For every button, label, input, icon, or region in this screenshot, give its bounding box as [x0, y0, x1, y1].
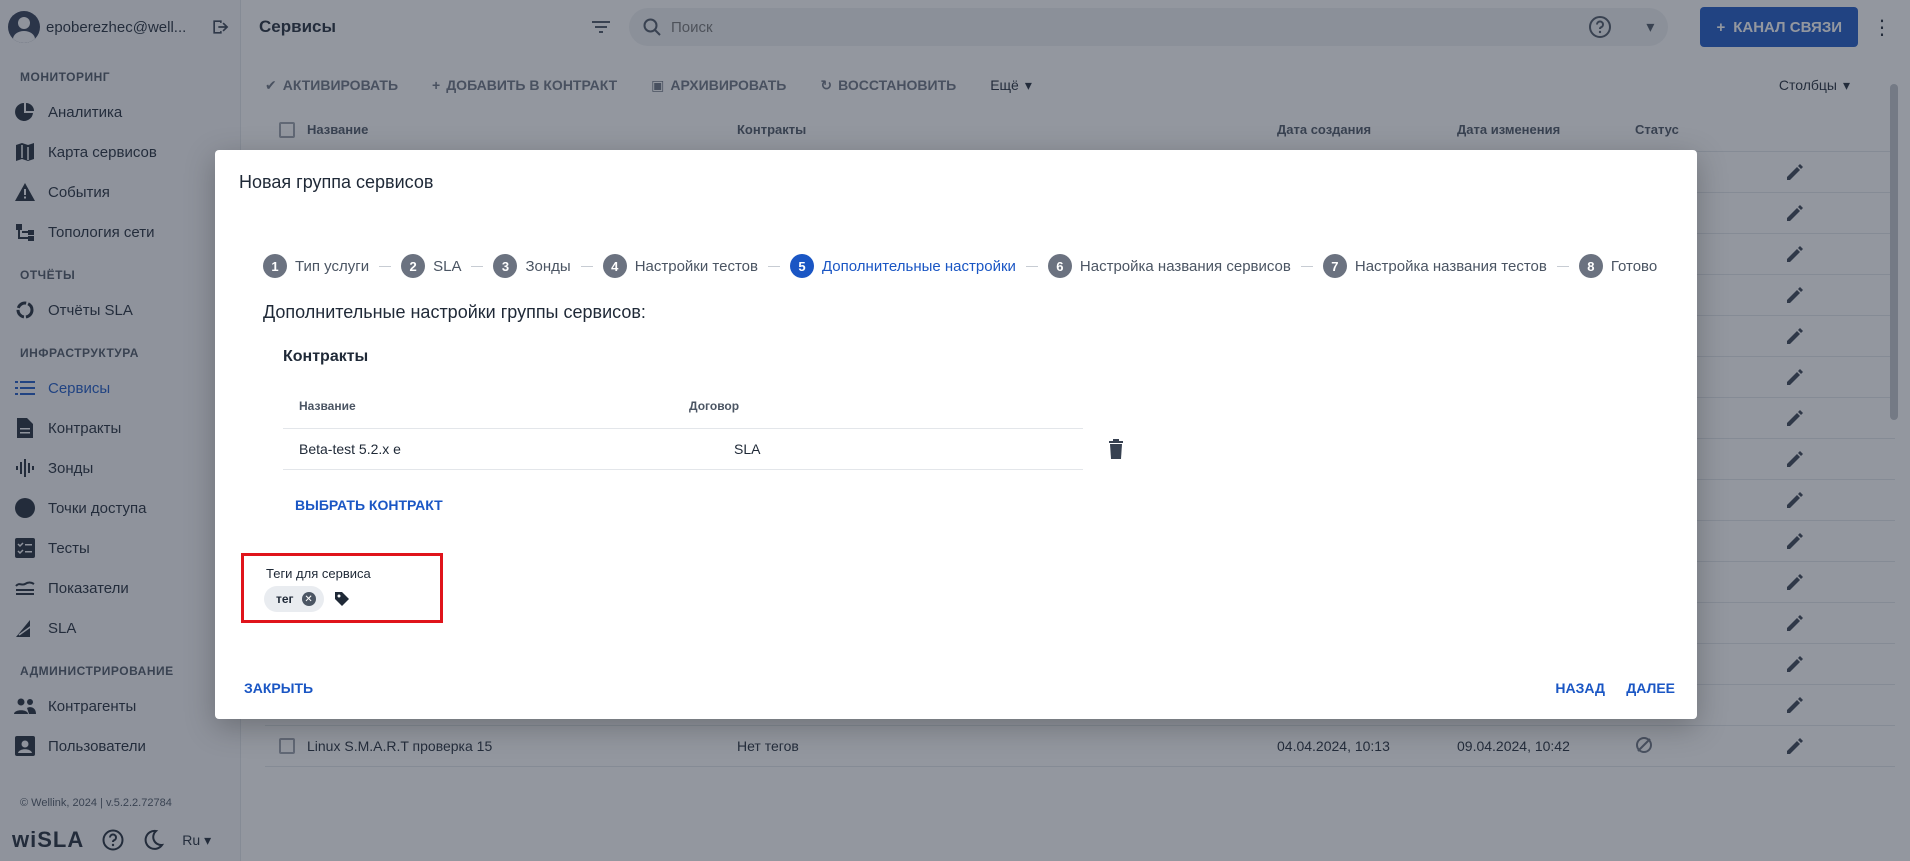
contract-name: Beta-test 5.2.x e	[299, 441, 401, 457]
close-button[interactable]: Закрыть	[244, 680, 313, 696]
step-number: 3	[493, 254, 518, 278]
step-label: Настройка названия сервисов	[1079, 257, 1291, 275]
contract-row: Beta-test 5.2.x e SLA	[283, 429, 1083, 470]
tags-field[interactable]: Теги для сервиса тег ✕	[241, 553, 443, 623]
step-number: 1	[263, 254, 287, 278]
contract-header-name: Название	[299, 398, 356, 413]
tag-chip-label: тег	[276, 592, 294, 606]
step-3[interactable]: 3 Зонды	[493, 254, 571, 278]
tag-chip[interactable]: тег ✕	[264, 586, 324, 612]
step-label: SLA	[433, 257, 462, 275]
tags-input[interactable]: тег ✕	[264, 586, 350, 612]
contract-agreement: SLA	[734, 441, 761, 457]
dialog-title: Новая группа сервисов	[239, 172, 434, 192]
step-number: 8	[1578, 254, 1603, 278]
step-label: Дополнительные настройки	[821, 257, 1016, 275]
step-7[interactable]: 7 Настройка названия тестов	[1322, 254, 1547, 278]
step-label: Готово	[1610, 257, 1658, 275]
step-5[interactable]: 5 Дополнительные настройки	[789, 254, 1016, 278]
close-icon[interactable]: ✕	[301, 592, 316, 606]
step-label: Настройка названия тестов	[1354, 257, 1547, 275]
step-number: 6	[1047, 254, 1072, 278]
section-title: Дополнительные настройки группы сервисов…	[263, 302, 646, 322]
step-separator	[580, 265, 593, 267]
step-4[interactable]: 4 Настройки тестов	[602, 254, 758, 278]
step-separator	[767, 265, 780, 267]
tag-icon[interactable]	[334, 591, 350, 607]
contracts-table-header: Название Договор	[283, 383, 1083, 429]
step-1[interactable]: 1 Тип услуги	[263, 254, 369, 278]
step-separator	[1300, 265, 1313, 267]
step-number: 4	[602, 254, 627, 278]
contracts-table: Название Договор Beta-test 5.2.x e SLA	[283, 383, 1083, 470]
step-8[interactable]: 8 Готово	[1578, 254, 1658, 278]
stepper: 1 Тип услуги 2 SLA 3 Зонды 4 Настройки тестов 5 Д…	[263, 252, 1657, 280]
back-button[interactable]: Назад	[1555, 680, 1605, 696]
step-number: 5	[789, 254, 814, 278]
step-label: Зонды	[525, 257, 571, 275]
step-6[interactable]: 6 Настройка названия сервисов	[1047, 254, 1291, 278]
contract-header-agreement: Договор	[689, 398, 740, 413]
step-separator	[471, 265, 484, 267]
step-label: Тип услуги	[295, 257, 370, 275]
step-number: 2	[401, 254, 426, 278]
step-label: Настройки тестов	[634, 257, 758, 275]
choose-contract-link[interactable]: Выбрать контракт	[295, 497, 443, 513]
tags-label: Теги для сервиса	[266, 566, 371, 581]
next-button[interactable]: Далее	[1626, 680, 1675, 696]
step-number: 7	[1322, 254, 1347, 278]
step-separator	[379, 265, 392, 267]
step-2[interactable]: 2 SLA	[401, 254, 461, 278]
contracts-title: Контракты	[283, 348, 369, 365]
step-separator	[1025, 265, 1038, 267]
new-service-group-dialog: Новая группа сервисов 1 Тип услуги 2 SLA 3 Зо…	[215, 150, 1697, 719]
delete-icon[interactable]	[1105, 438, 1127, 460]
step-separator	[1556, 265, 1569, 267]
